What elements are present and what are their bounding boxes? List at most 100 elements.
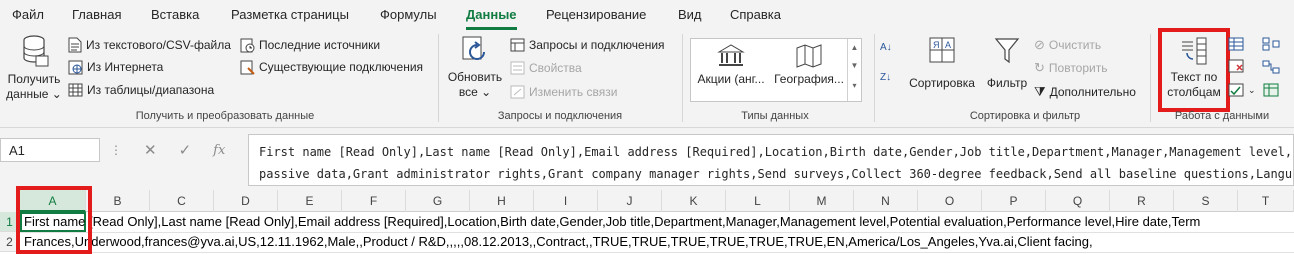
from-table-label: Из таблицы/диапазона xyxy=(87,83,215,97)
column-header-d[interactable]: D xyxy=(214,190,278,212)
clear-filter-button[interactable]: ⊘ Очистить xyxy=(1034,35,1101,55)
name-box[interactable]: A1 xyxy=(0,138,100,162)
relationships-button[interactable] xyxy=(1262,57,1280,77)
formula-line-2: passive data,Grant administrator rights,… xyxy=(259,167,1293,181)
column-header-h[interactable]: H xyxy=(470,190,534,212)
chevron-up-icon[interactable]: ▲ xyxy=(848,39,861,57)
tab-page-layout[interactable]: Разметка страницы xyxy=(231,7,349,22)
tab-help[interactable]: Справка xyxy=(730,7,781,22)
properties-button[interactable]: Свойства xyxy=(510,58,582,78)
chevron-down-icon: ⌄ xyxy=(51,87,62,101)
stocks-data-type[interactable]: Акции (анг... xyxy=(695,43,767,86)
column-header-r[interactable]: R xyxy=(1110,190,1174,212)
properties-icon xyxy=(510,61,525,75)
column-header-q[interactable]: Q xyxy=(1046,190,1110,212)
group-separator xyxy=(1150,34,1151,122)
clear-filter-icon: ⊘ xyxy=(1034,37,1045,52)
column-header-o[interactable]: O xyxy=(918,190,982,212)
tab-review[interactable]: Рецензирование xyxy=(546,7,646,22)
chevron-down-icon: ⌄ xyxy=(1248,84,1256,95)
tab-formulas[interactable]: Формулы xyxy=(380,7,437,22)
group-label-sort-filter: Сортировка и фильтр xyxy=(969,110,1081,122)
cancel-icon[interactable]: ✕ xyxy=(144,141,157,159)
queries-connections-label: Запросы и подключения xyxy=(529,38,665,52)
from-text-csv-button[interactable]: Из текстового/CSV-файла xyxy=(68,35,231,55)
ribbon: Получить данные ⌄ Из текстового/CSV-файл… xyxy=(0,28,1294,128)
group-label-data-types: Типы данных xyxy=(741,110,809,122)
row-2-content[interactable]: Frances,Underwood,frances@yva.ai,US,12.1… xyxy=(24,232,1093,252)
consolidate-button[interactable] xyxy=(1262,34,1280,54)
database-icon xyxy=(23,35,49,67)
from-web-button[interactable]: Из Интернета xyxy=(68,57,163,77)
filter-button[interactable]: Фильтр xyxy=(982,36,1032,91)
column-header-b[interactable]: B xyxy=(86,190,150,212)
bank-icon xyxy=(717,44,745,66)
geography-data-type[interactable]: География... xyxy=(773,43,845,86)
menu-bar: Файл Главная Вставка Разметка страницы Ф… xyxy=(0,0,1294,30)
svg-text:Я: Я xyxy=(933,40,940,50)
column-header-i[interactable]: I xyxy=(534,190,598,212)
chevron-down-icon[interactable]: ▼ xyxy=(848,57,861,75)
existing-connections-button[interactable]: Существующие подключения xyxy=(240,57,423,77)
tab-file[interactable]: Файл xyxy=(12,7,44,22)
highlight-box xyxy=(1158,28,1230,112)
sort-button[interactable]: Я А Сортировка xyxy=(908,36,976,91)
formula-input[interactable]: First name [Read Only],Last name [Read O… xyxy=(248,134,1294,186)
sort-za-button[interactable]: Z↓ xyxy=(880,72,891,83)
more-icon[interactable]: ▾ xyxy=(848,75,861,97)
recent-sources-button[interactable]: Последние источники xyxy=(240,35,380,55)
tab-view[interactable]: Вид xyxy=(678,7,702,22)
refresh-icon xyxy=(462,36,485,60)
gallery-scrollbar[interactable]: ▲ ▼ ▾ xyxy=(847,39,861,101)
recent-sources-label: Последние источники xyxy=(259,38,381,52)
formula-line-1: First name [Read Only],Last name [Read O… xyxy=(259,145,1293,159)
text-file-icon xyxy=(68,37,82,53)
data-model-button[interactable] xyxy=(1262,80,1280,100)
tab-data[interactable]: Данные xyxy=(466,7,517,30)
more-options-icon[interactable]: ⋮ xyxy=(110,143,122,157)
remove-duplicates-button[interactable] xyxy=(1228,56,1244,76)
edit-links-button[interactable]: Изменить связи xyxy=(510,82,617,102)
column-header-k[interactable]: K xyxy=(662,190,726,212)
properties-label: Свойства xyxy=(529,61,582,75)
map-icon xyxy=(796,44,822,68)
relationships-icon xyxy=(1262,60,1280,74)
sort-za-icon: Z↓ xyxy=(880,72,892,83)
column-header-p[interactable]: P xyxy=(982,190,1046,212)
column-header-f[interactable]: F xyxy=(342,190,406,212)
column-header-c[interactable]: C xyxy=(150,190,214,212)
queries-connections-button[interactable]: Запросы и подключения xyxy=(510,35,665,55)
refresh-all-button[interactable]: Обновить все ⌄ xyxy=(444,34,506,100)
from-table-button[interactable]: Из таблицы/диапазона xyxy=(68,80,214,100)
column-header-l[interactable]: L xyxy=(726,190,790,212)
reapply-button[interactable]: ↻ Повторить xyxy=(1034,58,1107,78)
advanced-filter-button[interactable]: ⧩ Дополнительно xyxy=(1034,82,1136,102)
tab-home[interactable]: Главная xyxy=(72,7,121,22)
group-label-get-data: Получить и преобразовать данные xyxy=(135,110,315,122)
refresh-all-label-2: все xyxy=(458,85,478,99)
flash-fill-button[interactable] xyxy=(1228,34,1244,54)
from-text-csv-label: Из текстового/CSV-файла xyxy=(86,38,231,52)
enter-icon[interactable]: ✓ xyxy=(179,141,192,159)
insert-function-icon[interactable]: fx xyxy=(213,143,225,158)
column-header-n[interactable]: N xyxy=(854,190,918,212)
group-separator xyxy=(438,34,439,122)
tab-insert[interactable]: Вставка xyxy=(151,7,199,22)
sort-az-button[interactable]: A↓ xyxy=(880,42,892,53)
reapply-icon: ↻ xyxy=(1034,60,1045,75)
column-header-t[interactable]: T xyxy=(1238,190,1294,212)
column-header-g[interactable]: G xyxy=(406,190,470,212)
data-validation-button[interactable]: ⌄ xyxy=(1228,80,1256,100)
get-data-label-1: Получить xyxy=(7,72,61,86)
formula-buttons: ✕ ✓ fx xyxy=(134,138,242,162)
chevron-down-icon: ⌄ xyxy=(481,85,492,99)
advanced-filter-label: Дополнительно xyxy=(1049,85,1136,99)
get-data-button[interactable]: Получить данные ⌄ xyxy=(4,34,64,102)
column-header-s[interactable]: S xyxy=(1174,190,1238,212)
get-data-label-2: данные xyxy=(6,87,49,101)
column-header-j[interactable]: J xyxy=(598,190,662,212)
row-1-content[interactable]: First name [Read Only],Last name [Read O… xyxy=(24,212,1200,232)
column-header-m[interactable]: M xyxy=(790,190,854,212)
column-header-e[interactable]: E xyxy=(278,190,342,212)
sort-icon: Я А xyxy=(929,37,955,63)
